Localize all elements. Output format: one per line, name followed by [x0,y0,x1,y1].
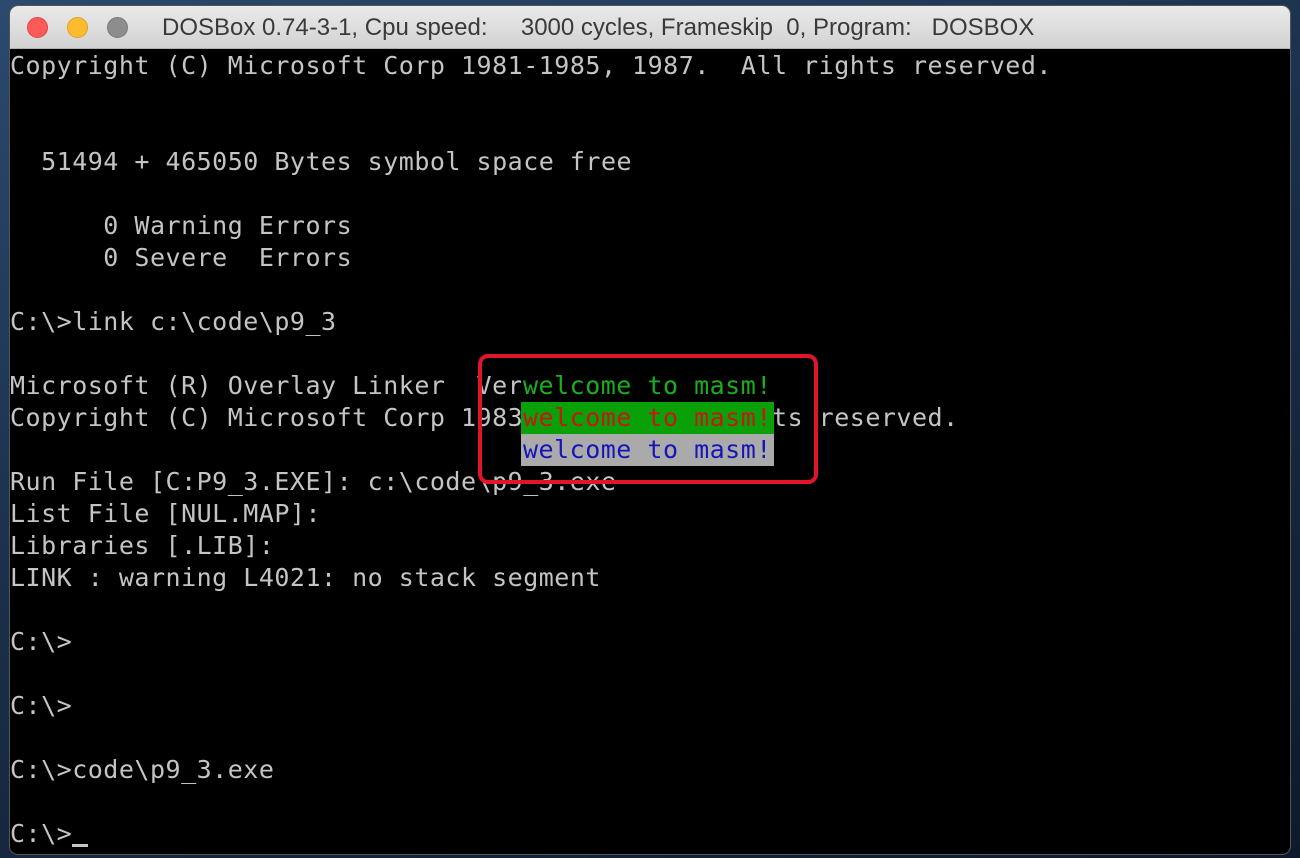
text-cursor [72,844,89,847]
prompt-line: C:\> [10,818,89,850]
dos-console[interactable]: Copyright (C) Microsoft Corp 1981-1985, … [10,49,1288,854]
dosbox-window: DOSBox 0.74-3-1, Cpu speed: 3000 cycles,… [10,6,1290,854]
zoom-icon[interactable] [107,17,128,38]
console-line: 0 Warning Errors [10,211,353,240]
close-icon[interactable] [27,17,48,38]
highlight-box [478,354,818,484]
console-line: 0 Severe Errors [10,243,353,272]
prompt-text: C:\> [10,819,73,848]
console-line: 51494 + 465050 Bytes symbol space free [10,147,633,176]
console-line: Libraries [.LIB]: [10,531,275,560]
console-line: LINK : warning L4021: no stack segment [10,563,601,592]
console-line: Copyright (C) Microsoft Corp 1981-1985, … [10,51,1052,80]
console-line: C:\>link c:\code\p9_3 [10,307,337,336]
console-line: List File [NUL.MAP]: [10,499,322,528]
minimize-icon[interactable] [67,17,88,38]
title-bar[interactable]: DOSBox 0.74-3-1, Cpu speed: 3000 cycles,… [10,6,1290,49]
console-line: C:\>code\p9_3.exe [10,755,275,784]
console-line: C:\> [10,627,73,656]
window-title: DOSBox 0.74-3-1, Cpu speed: 3000 cycles,… [162,14,1035,41]
console-line: C:\> [10,691,73,720]
